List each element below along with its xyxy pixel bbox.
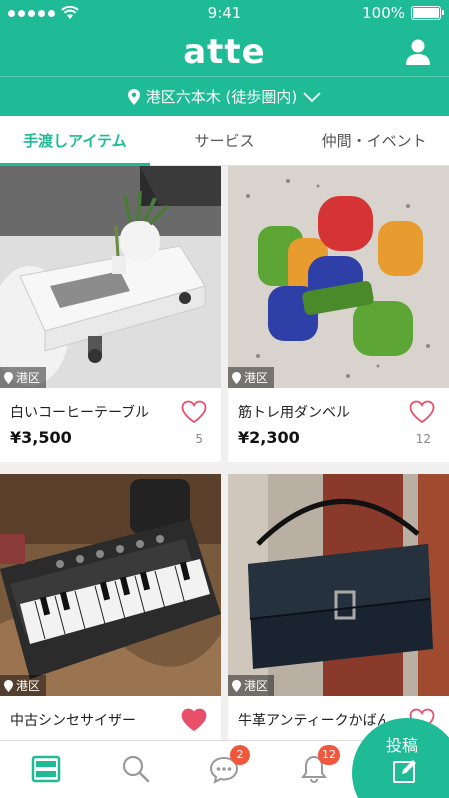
app-logo: atte xyxy=(183,32,266,72)
area-label: 港区 xyxy=(244,679,269,693)
notifications-badge: 12 xyxy=(318,745,340,765)
category-tabs: 手渡しアイテム サービス 仲間・イベント xyxy=(0,116,449,166)
area-label: 港区 xyxy=(16,371,41,385)
tab-handover-items[interactable]: 手渡しアイテム xyxy=(0,116,150,166)
item-name: 牛革アンティークかばん xyxy=(238,713,391,729)
item-name: 中古シンセサイザー xyxy=(10,713,136,729)
like-count: 5 xyxy=(195,432,203,446)
location-pin-icon xyxy=(232,679,241,692)
item-card[interactable]: 港区 筋トレ用ダンベル ¥2,300 12 xyxy=(228,166,449,462)
item-price: ¥3,500 xyxy=(10,428,72,447)
location-selector[interactable]: 港区六本木 (徒歩圏内) xyxy=(0,76,449,116)
notifications-button[interactable]: 12 xyxy=(298,745,340,785)
location-pin-icon xyxy=(232,371,241,384)
location-pin-icon xyxy=(4,679,13,692)
tab-friends-events[interactable]: 仲間・イベント xyxy=(299,116,449,165)
heart-icon[interactable] xyxy=(409,400,435,424)
tab-services[interactable]: サービス xyxy=(150,116,300,165)
edit-icon xyxy=(393,760,416,783)
item-photo: 港区 xyxy=(228,474,449,696)
item-name: 筋トレ用ダンベル xyxy=(238,405,350,421)
item-name: 白いコーヒーテーブル xyxy=(10,405,150,421)
status-time: 9:41 xyxy=(207,4,242,22)
item-photo: 港区 xyxy=(228,166,449,388)
area-badge: 港区 xyxy=(0,367,47,388)
feed-icon[interactable] xyxy=(30,753,62,785)
app-header: 9:41 100% atte 港区六本木 (徒歩圏内) xyxy=(0,0,449,116)
battery-icon xyxy=(411,6,444,20)
area-badge: 港区 xyxy=(228,675,275,696)
area-label: 港区 xyxy=(244,371,269,385)
location-pin-icon xyxy=(4,371,13,384)
search-icon[interactable] xyxy=(120,753,152,785)
item-price: ¥2,300 xyxy=(238,428,300,447)
item-photo: 港区 xyxy=(0,166,221,388)
item-card[interactable]: 港区 白いコーヒーテーブル ¥3,500 5 xyxy=(0,166,221,462)
status-bar: 9:41 100% xyxy=(0,0,449,26)
like-count: 12 xyxy=(415,432,431,446)
area-label: 港区 xyxy=(16,679,41,693)
location-label: 港区六本木 (徒歩圏内) xyxy=(145,88,298,106)
item-card[interactable]: 港区 中古シンセサイザー xyxy=(0,474,221,770)
messages-badge: 2 xyxy=(230,745,250,765)
post-label: 投稿 xyxy=(386,736,419,755)
area-badge: 港区 xyxy=(0,675,47,696)
chevron-down-icon xyxy=(303,91,321,102)
area-badge: 港区 xyxy=(228,367,275,388)
profile-icon[interactable] xyxy=(405,38,431,66)
messages-button[interactable]: 2 xyxy=(208,745,250,785)
item-photo: 港区 xyxy=(0,474,221,696)
heart-filled-icon[interactable] xyxy=(181,708,207,732)
heart-icon[interactable] xyxy=(181,400,207,424)
location-pin-icon xyxy=(127,88,140,105)
